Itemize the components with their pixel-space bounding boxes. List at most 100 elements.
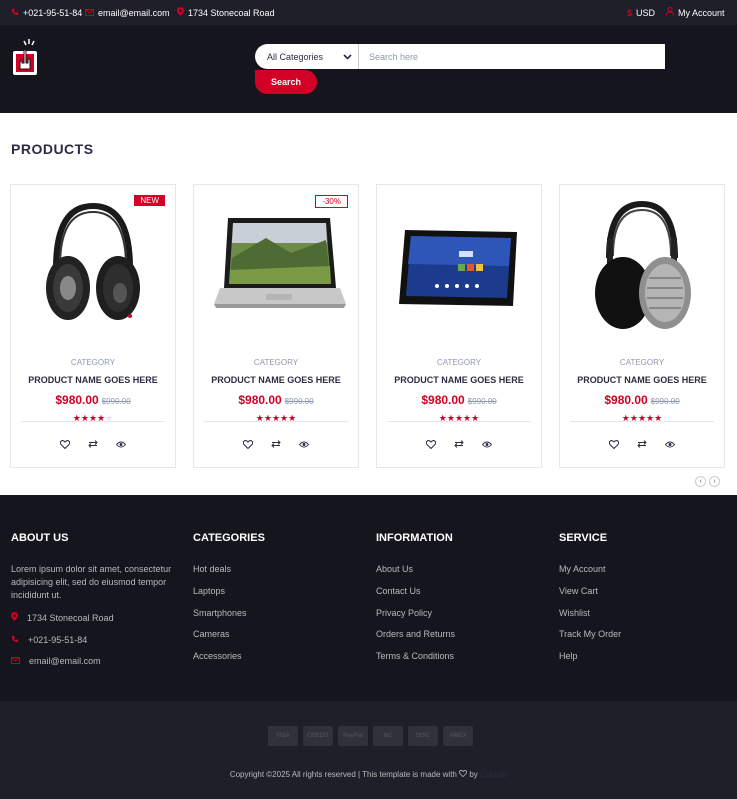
- product-actions: [194, 439, 358, 449]
- footer-link-hot-deals[interactable]: Hot deals: [193, 563, 265, 585]
- footer-categories: CATEGORIES Hot deals Laptops Smartphones…: [193, 532, 265, 672]
- compare-icon[interactable]: [454, 439, 464, 449]
- chevron-left-icon[interactable]: ‹: [695, 476, 706, 487]
- footer-phone-text: +021-95-51-84: [28, 634, 88, 645]
- top-bar: +021-95-51-84 email@email.com 1734 Stone…: [0, 0, 737, 25]
- product-actions: [11, 439, 175, 449]
- copyright-text: Copyright ©2025 All rights reserved | Th…: [229, 770, 457, 779]
- payment-methods: VISA CREDIT PayPal MC DISC AMEX: [268, 726, 473, 746]
- my-account-link[interactable]: My Account: [666, 0, 725, 25]
- heart-icon[interactable]: [609, 439, 619, 449]
- heart-icon[interactable]: [426, 439, 436, 449]
- product-image[interactable]: [11, 185, 175, 350]
- copyright-by: by: [469, 770, 478, 779]
- footer-about-text: Lorem ipsum dolor sit amet, consectetur …: [11, 564, 172, 600]
- map-marker-icon: [177, 7, 184, 18]
- product-image[interactable]: [560, 185, 724, 350]
- headphones-black-image: [46, 202, 140, 320]
- product-name[interactable]: PRODUCT NAME GOES HERE: [560, 375, 724, 385]
- eye-icon[interactable]: [482, 439, 492, 449]
- footer-link-smartphones[interactable]: Smartphones: [193, 607, 265, 629]
- phone-icon: [11, 635, 19, 645]
- heart-outline-icon: [459, 770, 468, 779]
- product-category: CATEGORY: [436, 358, 482, 367]
- card-divider: [387, 421, 531, 422]
- product-actions: [560, 439, 724, 449]
- compare-icon[interactable]: [271, 439, 281, 449]
- current-price: $980.00: [238, 393, 282, 407]
- product-image[interactable]: [194, 185, 358, 350]
- product-name[interactable]: PRODUCT NAME GOES HERE: [377, 375, 541, 385]
- eye-icon[interactable]: [116, 439, 126, 449]
- footer: ABOUT US Lorem ipsum dolor sit amet, con…: [0, 495, 737, 701]
- currency-label: USD: [636, 7, 656, 18]
- category-select-value: All Categories: [267, 51, 324, 62]
- footer-service-title: SERVICE: [559, 532, 608, 544]
- footer-link-terms[interactable]: Terms & Conditions: [376, 650, 455, 672]
- topbar-address-link[interactable]: 1734 Stonecoal Road: [177, 0, 275, 25]
- envelope-icon: [85, 8, 94, 18]
- footer-link-my-account[interactable]: My Account: [559, 563, 621, 585]
- footer-link-privacy-policy[interactable]: Privacy Policy: [376, 607, 455, 629]
- copyright: Copyright ©2025 All rights reserved | Th…: [0, 770, 737, 779]
- footer-link-laptops[interactable]: Laptops: [193, 585, 265, 607]
- product-name[interactable]: PRODUCT NAME GOES HERE: [11, 375, 175, 385]
- footer-information: INFORMATION About Us Contact Us Privacy …: [376, 532, 455, 672]
- eye-icon[interactable]: [299, 439, 309, 449]
- my-account-label: My Account: [678, 7, 725, 18]
- footer-email[interactable]: email@email.com: [11, 651, 181, 673]
- compare-icon[interactable]: [637, 439, 647, 449]
- footer-link-track-order[interactable]: Track My Order: [559, 628, 621, 650]
- envelope-icon: [11, 656, 20, 666]
- product-category: CATEGORY: [70, 358, 116, 367]
- heart-icon[interactable]: [60, 439, 70, 449]
- search-button[interactable]: Search: [255, 70, 317, 94]
- footer-link-view-cart[interactable]: View Cart: [559, 585, 621, 607]
- user-icon: [666, 7, 674, 18]
- product-rating: ★★★★★: [377, 413, 541, 424]
- footer-about: ABOUT US Lorem ipsum dolor sit amet, con…: [11, 532, 181, 672]
- product-card[interactable]: CATEGORY PRODUCT NAME GOES HERE $980.00 $…: [559, 184, 725, 468]
- footer-link-about-us[interactable]: About Us: [376, 563, 455, 585]
- card-divider: [21, 421, 165, 422]
- amex-icon: AMEX: [443, 726, 473, 746]
- footer-link-contact-us[interactable]: Contact Us: [376, 585, 455, 607]
- search-input[interactable]: [359, 44, 665, 69]
- product-price: $980.00 $990.00: [560, 391, 724, 409]
- currency-selector[interactable]: $ USD: [627, 0, 655, 25]
- copyright-brand-link[interactable]: Colorlib: [480, 770, 507, 779]
- footer-phone[interactable]: +021-95-51-84: [11, 629, 181, 651]
- logo-icon: [13, 39, 37, 75]
- old-price: $990.00: [284, 397, 314, 406]
- slider-nav: ‹ ›: [695, 476, 720, 487]
- product-image[interactable]: [377, 185, 541, 350]
- eye-icon[interactable]: [665, 439, 675, 449]
- product-card[interactable]: CATEGORY PRODUCT NAME GOES HERE $980.00 $…: [376, 184, 542, 468]
- footer-link-wishlist[interactable]: Wishlist: [559, 607, 621, 629]
- dollar-icon: $: [627, 7, 633, 18]
- topbar-email-link[interactable]: email@email.com: [85, 0, 170, 25]
- logo[interactable]: [11, 37, 39, 77]
- footer-link-orders-returns[interactable]: Orders and Returns: [376, 628, 455, 650]
- bottom-footer: VISA CREDIT PayPal MC DISC AMEX Copyrigh…: [0, 701, 737, 799]
- footer-link-cameras[interactable]: Cameras: [193, 628, 265, 650]
- current-price: $980.00: [421, 393, 465, 407]
- compare-icon[interactable]: [88, 439, 98, 449]
- footer-link-help[interactable]: Help: [559, 650, 621, 672]
- category-select[interactable]: All Categories: [255, 44, 359, 69]
- chevron-down-icon: [343, 52, 352, 62]
- heart-icon[interactable]: [243, 439, 253, 449]
- product-name[interactable]: PRODUCT NAME GOES HERE: [194, 375, 358, 385]
- product-card[interactable]: NEW CATEGORY PRODUCT NAME GOES HERE $980…: [10, 184, 176, 468]
- footer-email-text: email@email.com: [29, 656, 101, 667]
- footer-address[interactable]: 1734 Stonecoal Road: [11, 607, 181, 629]
- product-rating: ★★★★★: [194, 413, 358, 424]
- old-price: $990.00: [101, 397, 131, 406]
- chevron-right-icon[interactable]: ›: [709, 476, 720, 487]
- topbar-phone-link[interactable]: +021-95-51-84: [11, 0, 82, 25]
- product-card[interactable]: -30% CATEGORY PRODUCT NAME GOES HERE $98…: [193, 184, 359, 468]
- product-category: CATEGORY: [253, 358, 299, 367]
- current-price: $980.00: [604, 393, 648, 407]
- footer-link-accessories[interactable]: Accessories: [193, 650, 265, 672]
- topbar-address-text: 1734 Stonecoal Road: [188, 7, 275, 18]
